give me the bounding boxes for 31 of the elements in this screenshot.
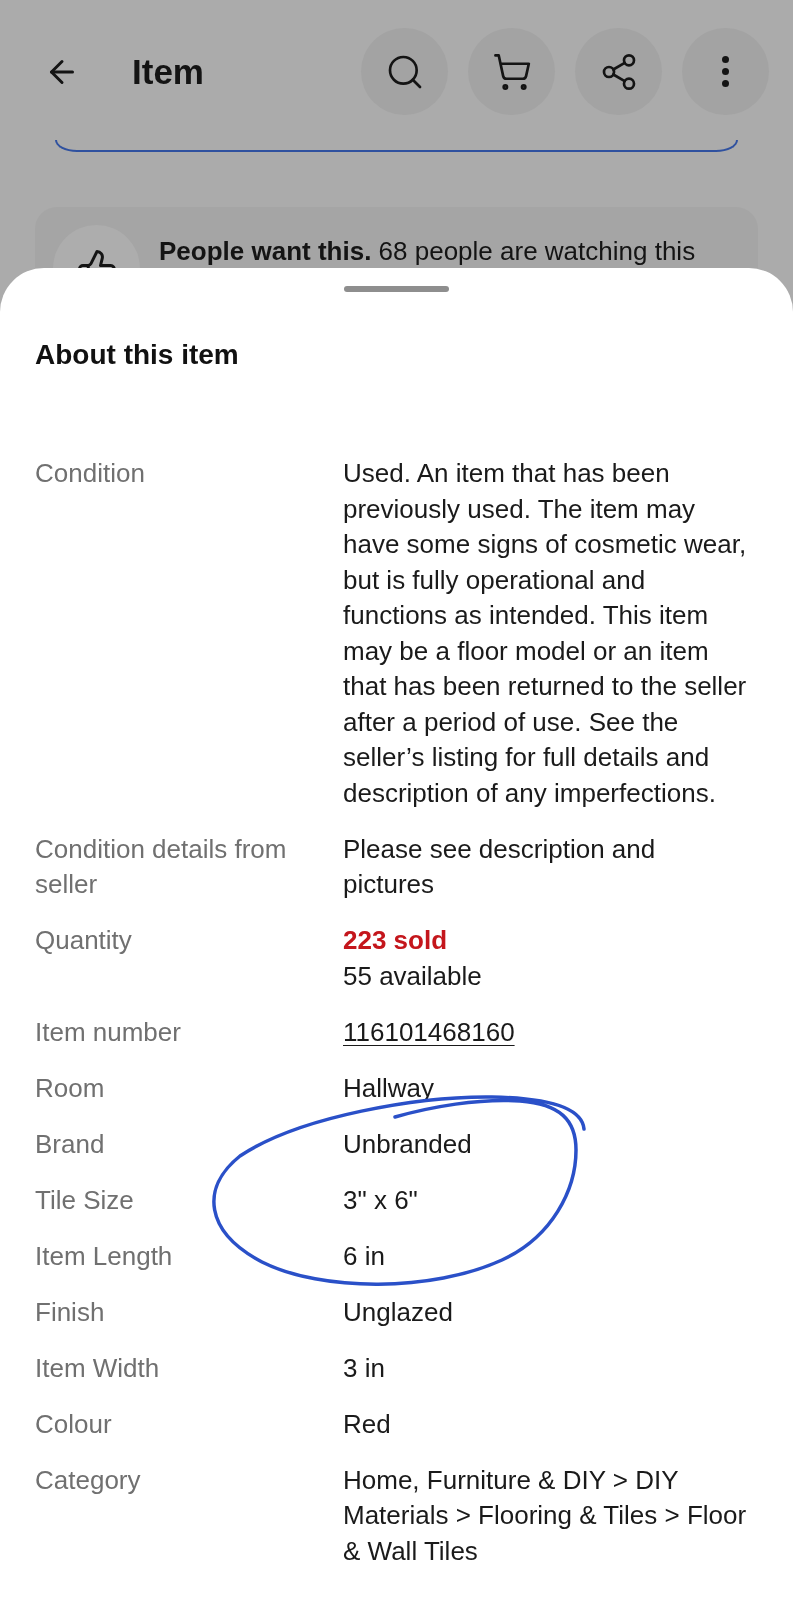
sold-count: 223 sold xyxy=(343,924,448,957)
spec-label: Brand xyxy=(35,1127,106,1161)
spec-value: Please see description and pictures xyxy=(343,832,657,901)
spec-label: Item Length xyxy=(35,1239,174,1273)
watchers-text: People want this. 68 people are watching this xyxy=(159,237,696,265)
spec-label: Tile Size xyxy=(35,1183,135,1217)
spec-value: Used. An item that has been previously used. The item may have some signs of cosmetic wear, but is fully operational and functions as intended. This item may be a floor model or an item that has been returned to the seller after a period of use. See the seller’s listing for full details and description of any imperfections. xyxy=(343,457,748,810)
spec-label: Category xyxy=(35,1463,142,1497)
spec-label: Item number xyxy=(35,1015,182,1049)
spec-value: 6 in xyxy=(343,1239,385,1273)
spec-value: Hallway xyxy=(343,1071,435,1105)
spec-value: 3" x 6" xyxy=(343,1183,418,1217)
page-title: Item xyxy=(132,54,204,89)
section-title: About this item xyxy=(35,338,239,372)
spec-value: Unbranded xyxy=(343,1127,472,1161)
spec-value: 55 available xyxy=(343,959,482,993)
spec-label: Finish xyxy=(35,1295,106,1329)
cart-icon xyxy=(491,51,532,92)
spec-label: Condition details from seller xyxy=(35,832,288,901)
spec-value: Red xyxy=(343,1407,391,1441)
spec-value: Unglazed xyxy=(343,1295,453,1329)
more-icon xyxy=(722,56,729,87)
item-number-link[interactable]: 116101468160 xyxy=(343,1014,515,1050)
spec-label: Room xyxy=(35,1071,106,1105)
spec-label: Condition xyxy=(35,457,146,490)
spec-label: Item Width xyxy=(35,1351,161,1385)
drag-handle[interactable] xyxy=(344,286,449,292)
spec-label: Quantity xyxy=(35,924,133,957)
spec-value: Home, Furniture & DIY > DIY Materials > Flooring & Tiles > Floor & Wall Tiles xyxy=(343,1463,748,1568)
spec-value: 3 in xyxy=(343,1351,385,1385)
spec-label: Colour xyxy=(35,1407,113,1441)
